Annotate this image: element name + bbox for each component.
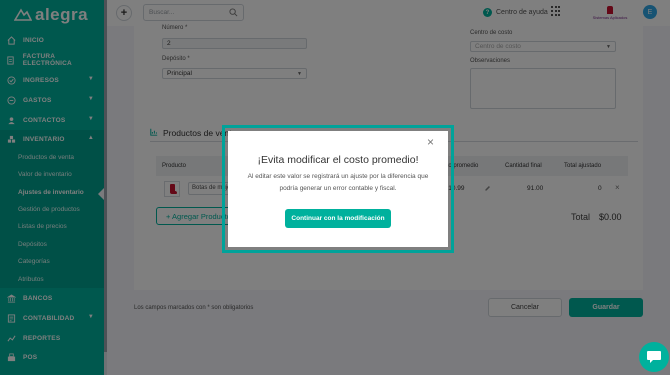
chat-button[interactable] — [639, 342, 669, 372]
continue-button[interactable]: Continuar con la modificación — [285, 209, 391, 228]
modal-title: ¡Evita modificar el costo promedio! — [257, 154, 419, 166]
chat-icon — [647, 351, 661, 363]
close-icon[interactable]: × — [427, 136, 434, 148]
modal-body: Al editar este valor se registrará un aj… — [247, 173, 429, 192]
